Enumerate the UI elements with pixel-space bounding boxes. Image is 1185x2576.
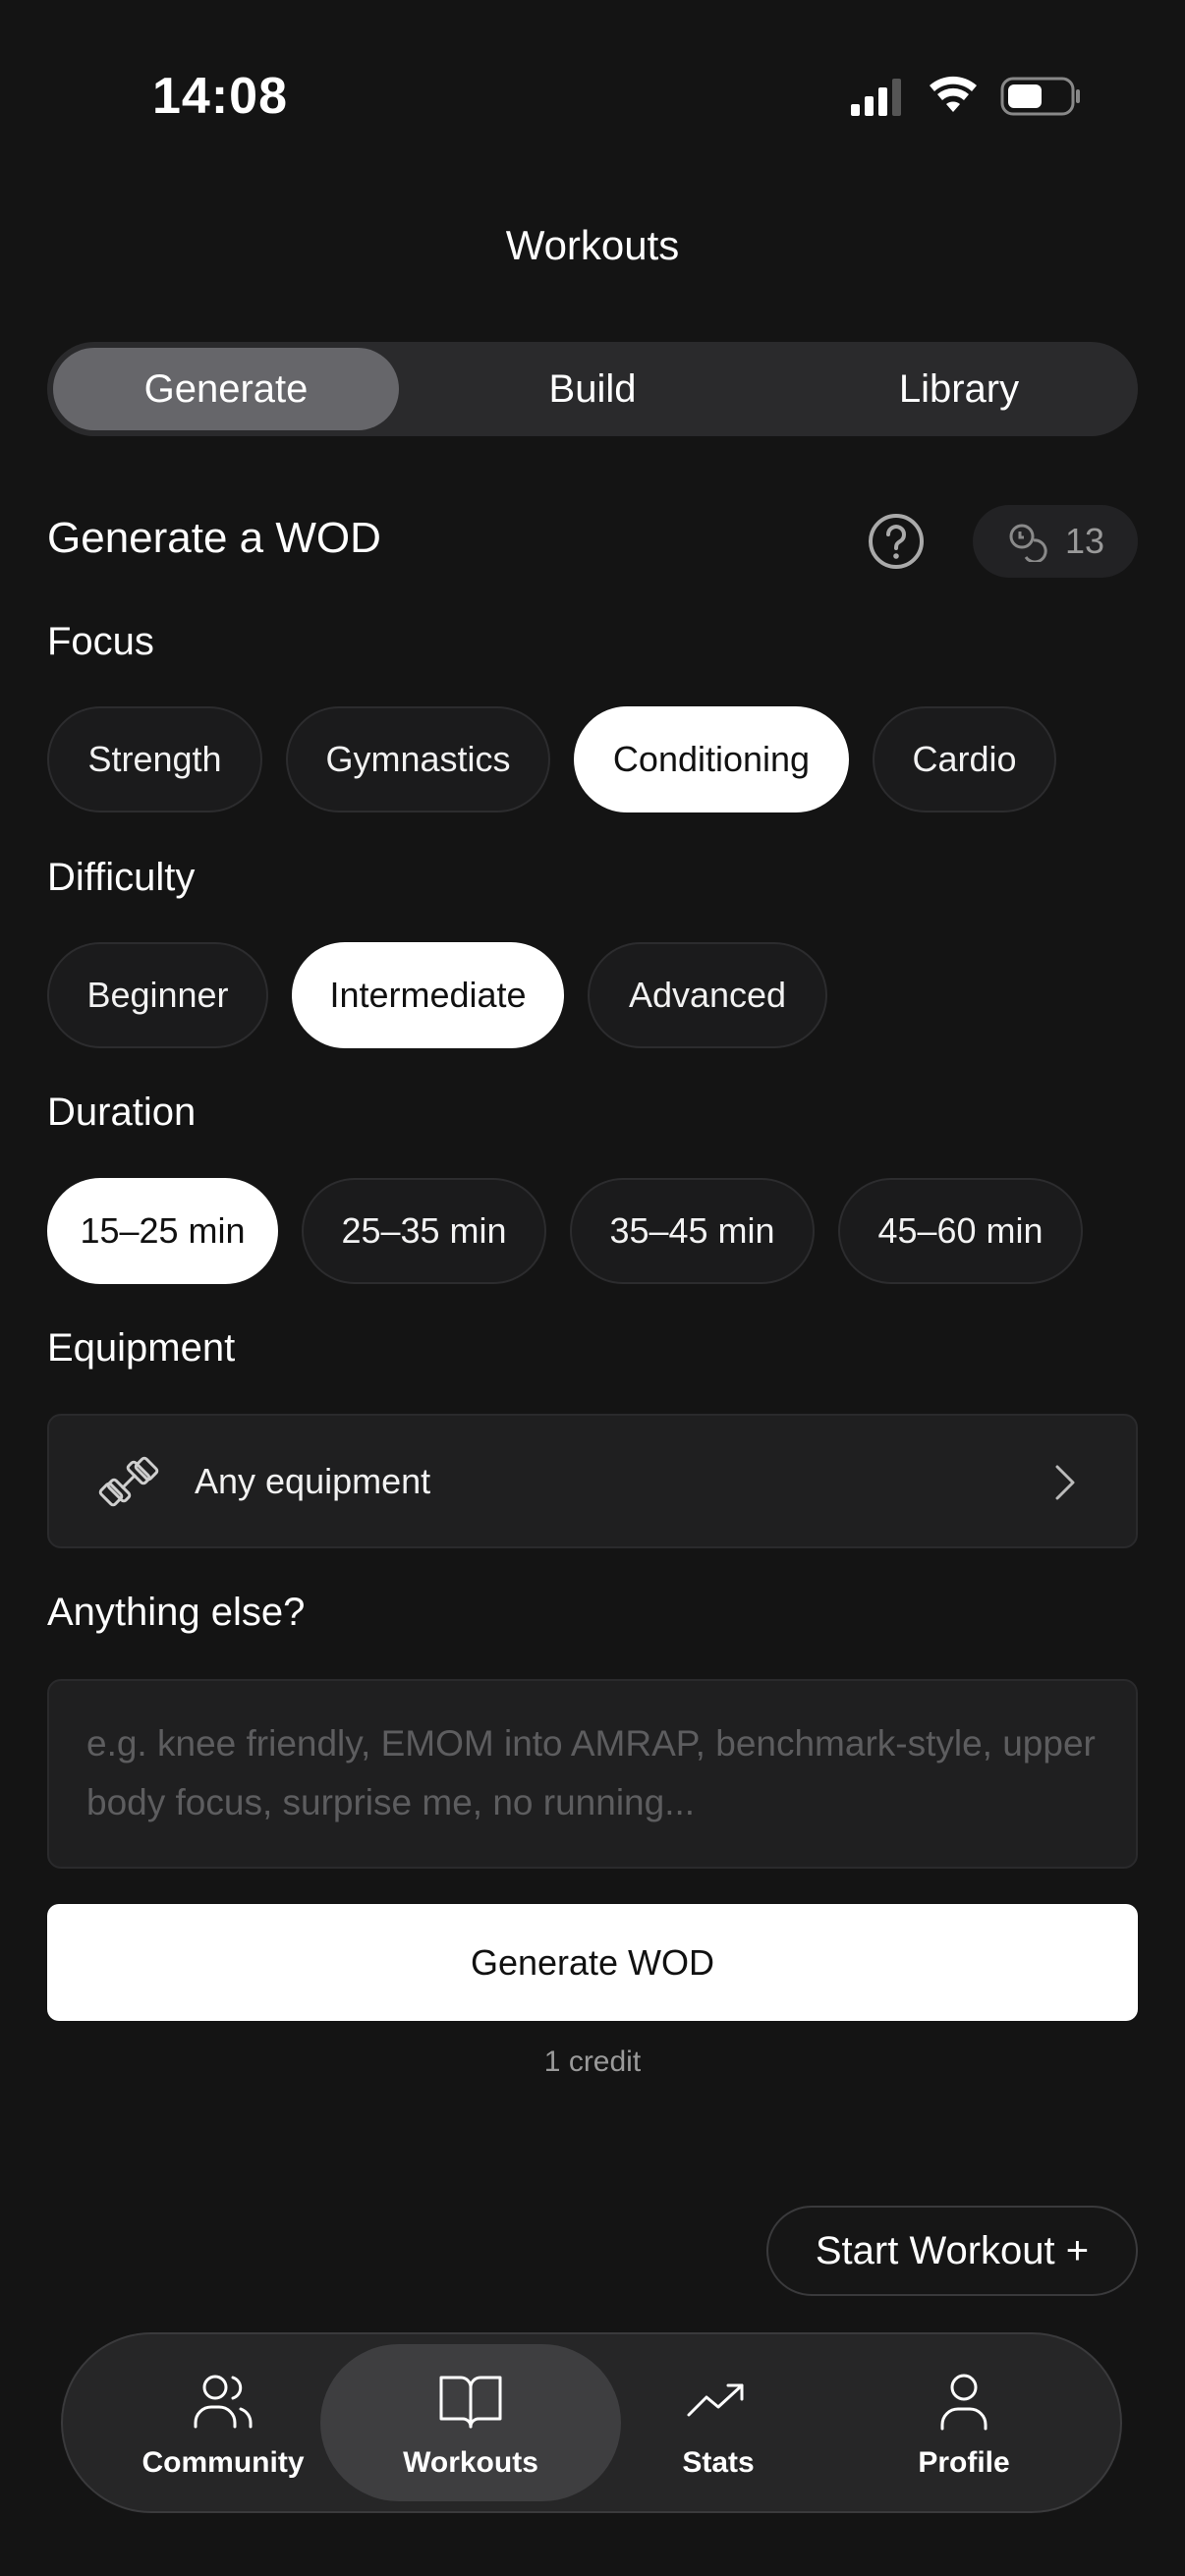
credit-cost-note: 1 credit [543, 2045, 642, 2078]
difficulty-chip-beginner[interactable]: Beginner [47, 942, 268, 1048]
focus-chip-conditioning[interactable]: Conditioning [574, 706, 849, 812]
help-icon [869, 514, 924, 569]
duration-chip-25-35[interactable]: 25–35 min [302, 1178, 546, 1284]
nav-workouts-label: Workouts [403, 2446, 538, 2479]
start-workout-button[interactable]: Start Workout + [766, 2206, 1138, 2296]
nav-profile-label: Profile [918, 2446, 1010, 2479]
focus-chip-cardio[interactable]: Cardio [873, 706, 1056, 812]
duration-chip-35-45[interactable]: 35–45 min [570, 1178, 815, 1284]
focus-options: Strength Gymnastics Conditioning Cardio [47, 706, 1056, 812]
bottom-tab-bar: Community Workouts Stats Profile [61, 2332, 1122, 2513]
focus-chip-strength[interactable]: Strength [47, 706, 262, 812]
nav-stats-label: Stats [682, 2446, 755, 2479]
difficulty-options: Beginner Intermediate Advanced [47, 942, 827, 1048]
nav-community-label: Community [141, 2446, 305, 2479]
credits-badge[interactable]: 13 [973, 505, 1138, 578]
chevron-right-icon [1055, 1465, 1075, 1500]
equipment-selector[interactable]: Any equipment [47, 1414, 1138, 1548]
tab-build[interactable]: Build [420, 348, 765, 430]
difficulty-chip-advanced[interactable]: Advanced [588, 942, 827, 1048]
coins-icon [1009, 524, 1047, 562]
page-title: Workouts [505, 222, 680, 268]
help-button[interactable] [867, 512, 926, 571]
notes-input[interactable]: e.g. knee friendly, EMOM into AMRAP, ben… [47, 1679, 1138, 1869]
nav-profile[interactable]: Profile [814, 2344, 1114, 2501]
notes-label: Anything else? [47, 1591, 306, 1634]
equipment-value: Any equipment [195, 1461, 431, 1501]
focus-chip-gymnastics[interactable]: Gymnastics [286, 706, 550, 812]
duration-chip-15-25[interactable]: 15–25 min [47, 1178, 278, 1284]
trending-up-icon [687, 2383, 744, 2417]
dumbbell-icon [98, 1456, 159, 1507]
difficulty-chip-intermediate[interactable]: Intermediate [292, 942, 564, 1048]
duration-options: 15–25 min 25–35 min 35–45 min 45–60 min [47, 1178, 1083, 1284]
focus-label: Focus [47, 620, 154, 663]
status-time: 14:08 [152, 68, 288, 125]
duration-label: Duration [47, 1091, 197, 1134]
duration-chip-45-60[interactable]: 45–60 min [838, 1178, 1083, 1284]
users-icon [194, 2375, 253, 2429]
equipment-label: Equipment [47, 1326, 236, 1370]
credits-count: 13 [1064, 521, 1105, 561]
signal-wifi-battery-icons [851, 76, 1080, 116]
user-icon [940, 2374, 988, 2431]
tab-generate[interactable]: Generate [53, 348, 399, 430]
tab-library[interactable]: Library [786, 348, 1132, 430]
status-icons [847, 75, 1083, 118]
book-icon [439, 2376, 502, 2429]
section-title: Generate a WOD [47, 514, 381, 562]
generate-wod-button[interactable]: Generate WOD [47, 1904, 1138, 2021]
difficulty-label: Difficulty [47, 856, 196, 899]
segmented-control: Generate Build Library [47, 342, 1138, 436]
